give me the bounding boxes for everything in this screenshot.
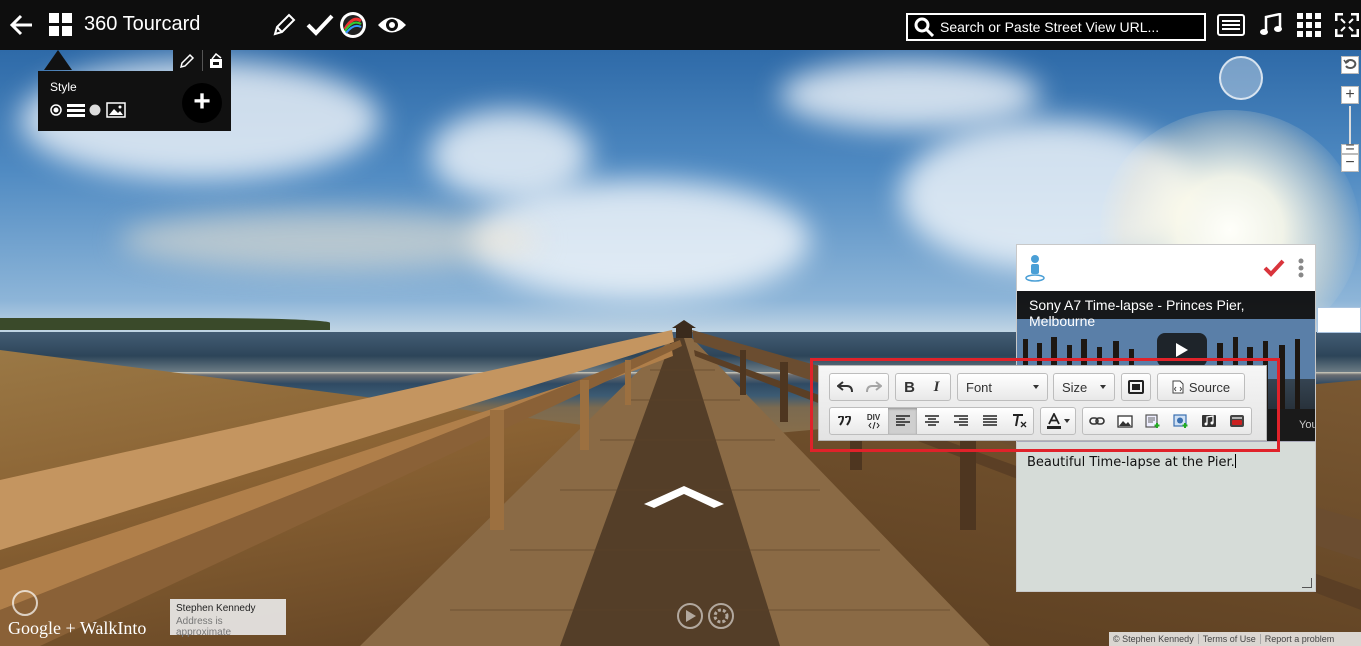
autoplay-icon[interactable] [677, 603, 703, 629]
zoom-control: + = − [1340, 56, 1360, 174]
search-icon [914, 17, 934, 37]
card-header [1017, 245, 1315, 291]
fullscreen-icon[interactable] [1334, 10, 1360, 40]
remove-format-icon[interactable] [1004, 408, 1033, 434]
paragraph-group: DIV [829, 407, 1034, 435]
search-box[interactable] [906, 13, 1206, 41]
terms-link[interactable]: Terms of Use [1199, 634, 1261, 644]
add-button[interactable]: + [182, 83, 222, 123]
redo-icon[interactable] [859, 374, 888, 400]
rotate-icon[interactable] [1341, 56, 1359, 74]
insert-template-icon[interactable] [1139, 408, 1167, 434]
editor-text: Beautiful Time-lapse at the Pier. [1027, 454, 1236, 470]
copyright-text: © Stephen Kennedy [1109, 634, 1199, 644]
align-right-icon[interactable] [946, 408, 975, 434]
map-footer: © Stephen Kennedy Terms of Use Report a … [1109, 632, 1361, 646]
font-select-label: Font [966, 379, 993, 395]
align-center-icon[interactable] [917, 408, 946, 434]
chevron-down-icon [1033, 385, 1039, 389]
maximize-icon [1122, 374, 1150, 400]
radio-selected-icon[interactable] [50, 104, 62, 116]
image-style-icon[interactable] [106, 102, 126, 118]
style-panel: Style + [38, 71, 231, 131]
div-label: DIV [866, 412, 881, 422]
div-container-button[interactable]: DIV [859, 408, 888, 434]
link-icon[interactable] [1083, 408, 1111, 434]
address-note: Address is approximate [176, 616, 232, 638]
zoom-slider-handle[interactable]: = [1341, 140, 1359, 156]
maximize-button[interactable] [1121, 373, 1151, 401]
zoom-in-button[interactable]: + [1341, 86, 1359, 104]
grid-menu-icon[interactable] [48, 10, 74, 40]
top-bar: 360 Tourcard [0, 0, 1361, 50]
zoom-out-button[interactable]: − [1341, 154, 1359, 172]
source-button-inner: Source [1158, 374, 1244, 400]
size-select[interactable]: Size [1053, 373, 1115, 401]
size-select-label: Size [1062, 379, 1088, 395]
text-color-icon [1041, 408, 1075, 434]
address-box: Stephen Kennedy Address is approximate [170, 599, 286, 638]
preview-eye-icon[interactable] [376, 10, 408, 40]
source-label: Source [1188, 379, 1231, 395]
blockquote-icon[interactable] [830, 408, 859, 434]
street-view-person-icon[interactable] [1024, 254, 1046, 282]
text-editor-area[interactable]: Beautiful Time-lapse at the Pier. [1017, 441, 1315, 591]
align-justify-icon[interactable] [975, 408, 1004, 434]
compass-control[interactable] [1219, 56, 1263, 100]
style-label: Style [50, 80, 77, 94]
music-note-icon[interactable] [1258, 10, 1284, 40]
report-problem-link[interactable]: Report a problem [1261, 634, 1339, 644]
pencil-tab-icon[interactable] [179, 53, 195, 69]
apps-grid-icon[interactable] [1296, 10, 1322, 40]
insert-group [1082, 407, 1252, 435]
undo-icon[interactable] [830, 374, 859, 400]
size-select-inner: Size [1054, 374, 1114, 400]
settings-gear-icon[interactable] [708, 603, 734, 629]
play-icon [1176, 343, 1188, 357]
search-input[interactable] [940, 19, 1190, 35]
text-caret [1234, 454, 1236, 468]
italic-button[interactable]: I [923, 374, 950, 400]
bold-button[interactable]: B [896, 374, 923, 400]
confirm-check-icon[interactable] [1263, 259, 1285, 277]
insert-panorama-icon[interactable] [1167, 408, 1195, 434]
walkinto-logo-icon [12, 590, 38, 616]
editor-text-content: Beautiful Time-lapse at the Pier. [1027, 455, 1235, 470]
checkmark-icon[interactable] [306, 10, 334, 40]
brand-text: Google + WalkInto [8, 618, 147, 638]
insert-youtube-icon[interactable] [1223, 408, 1251, 434]
color-theme-icon[interactable] [338, 10, 368, 40]
paint-bucket-tab-icon[interactable] [207, 53, 225, 69]
resize-grip-icon[interactable] [1302, 578, 1312, 588]
format-group: B I [895, 373, 951, 401]
back-arrow-icon[interactable] [8, 10, 36, 40]
insert-image-icon[interactable] [1111, 408, 1139, 434]
chevron-down-icon [1063, 419, 1070, 423]
history-group [829, 373, 889, 401]
edit-pencil-icon[interactable] [270, 10, 298, 40]
source-button[interactable]: Source [1157, 373, 1245, 401]
app-title: 360 Tourcard [84, 13, 201, 35]
rich-text-toolbar: B I Font Size Source DIV [818, 365, 1267, 441]
radio-unselected-icon[interactable] [89, 104, 101, 116]
side-input-field[interactable] [1317, 307, 1361, 333]
align-left-icon[interactable] [888, 408, 917, 434]
chevron-down-icon [1100, 385, 1106, 389]
address-name[interactable]: Stephen Kennedy [176, 603, 280, 614]
style-popup-caret [44, 50, 72, 70]
move-forward-arrow-icon[interactable] [644, 486, 724, 508]
text-color-button[interactable] [1040, 407, 1076, 435]
font-select-inner: Font [958, 374, 1047, 400]
playback-controls [677, 603, 734, 629]
card-list-icon[interactable] [1216, 10, 1246, 40]
font-select[interactable]: Font [957, 373, 1048, 401]
code-brackets-icon [867, 421, 880, 429]
list-style-icon[interactable] [67, 104, 85, 118]
video-title[interactable]: Sony A7 Time-lapse - Princes Pier, Melbo… [1017, 291, 1315, 329]
source-code-icon [1172, 380, 1184, 394]
style-panel-tabs [173, 50, 231, 71]
more-options-icon[interactable] [1298, 258, 1304, 278]
youtube-logo[interactable]: You [1299, 419, 1315, 431]
insert-audio-icon[interactable] [1195, 408, 1223, 434]
